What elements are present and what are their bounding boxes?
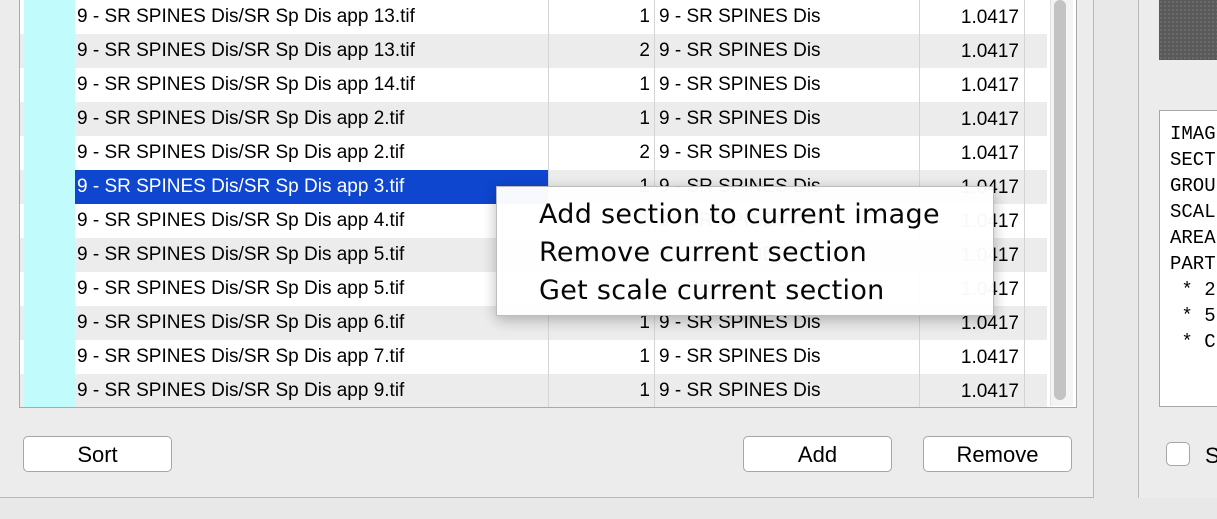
row-scale-cell: 1.0417 [920,136,1025,170]
row-color-swatch [24,68,75,102]
info-line: * C [1170,331,1216,353]
row-color-swatch [24,374,75,407]
row-section-cell: 2 [549,34,655,68]
row-file-cell: 9 - SR SPINES Dis/SR Sp Dis app 5.tif [75,238,549,272]
row-group-cell: 9 - SR SPINES Dis [655,374,920,407]
info-line: AREA [1170,227,1216,249]
context-menu-item[interactable]: Get scale current section [497,272,993,310]
row-scale-cell: 1.0417 [920,34,1025,68]
info-line: IMAG [1170,123,1216,145]
row-group-cell: 9 - SR SPINES Dis [655,340,920,374]
row-section-cell: 1 [549,0,655,34]
info-line: * 5 [1170,305,1216,327]
row-file-cell: 9 - SR SPINES Dis/SR Sp Dis app 13.tif [75,34,549,68]
image-thumbnail [1159,0,1217,60]
row-color-swatch [24,170,75,204]
row-scale-cell: 1.0417 [920,374,1025,407]
row-color-swatch [24,0,75,34]
info-line: * 2 [1170,279,1216,301]
info-line: GROU [1170,175,1216,197]
row-color-swatch [24,34,75,68]
table-row[interactable]: 9 - SR SPINES Dis/SR Sp Dis app 13.tif 2 9… [20,34,1047,68]
row-color-swatch [24,238,75,272]
remove-button[interactable]: Remove [923,436,1072,472]
option-checkbox[interactable] [1166,442,1190,466]
row-section-cell: 1 [549,374,655,407]
row-scale-cell: 1.0417 [920,68,1025,102]
row-file-cell: 9 - SR SPINES Dis/SR Sp Dis app 2.tif [75,136,549,170]
row-file-cell: 9 - SR SPINES Dis/SR Sp Dis app 7.tif [75,340,549,374]
table-row[interactable]: 9 - SR SPINES Dis/SR Sp Dis app 9.tif 1 9 … [20,374,1047,407]
row-group-cell: 9 - SR SPINES Dis [655,34,920,68]
row-scale-cell: 1.0417 [920,102,1025,136]
scrollbar-thumb[interactable] [1054,0,1066,400]
row-file-cell: 9 - SR SPINES Dis/SR Sp Dis app 4.tif [75,204,549,238]
row-color-swatch [24,102,75,136]
sort-button[interactable]: Sort [23,436,172,472]
row-color-swatch [24,136,75,170]
row-group-cell: 9 - SR SPINES Dis [655,136,920,170]
row-color-swatch [24,272,75,306]
row-group-cell: 9 - SR SPINES Dis [655,0,920,34]
row-scale-cell: 1.0417 [920,340,1025,374]
table-row[interactable]: 9 - SR SPINES Dis/SR Sp Dis app 14.tif 1 9… [20,68,1047,102]
table-row[interactable]: 9 - SR SPINES Dis/SR Sp Dis app 13.tif 1 9… [20,0,1047,34]
row-file-cell: 9 - SR SPINES Dis/SR Sp Dis app 14.tif [75,68,549,102]
row-file-cell: 9 - SR SPINES Dis/SR Sp Dis app 5.tif [75,272,549,306]
table-row[interactable]: 9 - SR SPINES Dis/SR Sp Dis app 2.tif 1 9 … [20,102,1047,136]
row-section-cell: 1 [549,102,655,136]
row-file-cell: 9 - SR SPINES Dis/SR Sp Dis app 6.tif [75,306,549,340]
row-file-cell: 9 - SR SPINES Dis/SR Sp Dis app 2.tif [75,102,549,136]
row-group-cell: 9 - SR SPINES Dis [655,102,920,136]
table-row[interactable]: 9 - SR SPINES Dis/SR Sp Dis app 2.tif 2 9 … [20,136,1047,170]
info-line: SECT [1170,149,1216,171]
row-section-cell: 1 [549,68,655,102]
row-color-swatch [24,204,75,238]
info-line: PART [1170,253,1216,275]
row-file-cell: 9 - SR SPINES Dis/SR Sp Dis app 3.tif [75,170,549,204]
section-info-text: IMAG SECT GROU SCAL AREA PART * 2 * 5 * C [1159,110,1217,407]
info-line: SCAL [1170,201,1216,223]
row-scale-cell: 1.0417 [920,0,1025,34]
table-row[interactable]: 9 - SR SPINES Dis/SR Sp Dis app 7.tif 1 9 … [20,340,1047,374]
row-section-cell: 2 [549,136,655,170]
info-side-panel: IMAG SECT GROU SCAL AREA PART * 2 * 5 * C S [1138,0,1217,498]
add-button[interactable]: Add [743,436,892,472]
row-section-cell: 1 [549,340,655,374]
context-menu-item[interactable]: Add section to current image [497,196,993,234]
row-color-swatch [24,306,75,340]
context-menu-item[interactable]: Remove current section [497,234,993,272]
row-file-cell: 9 - SR SPINES Dis/SR Sp Dis app 9.tif [75,374,549,407]
context-menu: Add section to current image Remove curre… [496,186,994,316]
row-color-swatch [24,340,75,374]
checkbox-label: S [1205,443,1217,468]
row-file-cell: 9 - SR SPINES Dis/SR Sp Dis app 13.tif [75,0,549,34]
row-group-cell: 9 - SR SPINES Dis [655,68,920,102]
